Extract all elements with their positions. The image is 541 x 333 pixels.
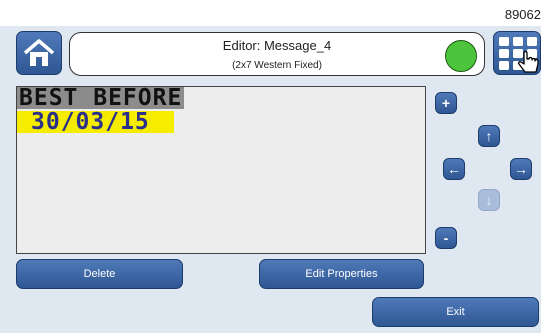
arrow-left-icon: ← <box>447 161 461 177</box>
serial-number: 89062 <box>504 7 541 22</box>
top-strip: 89062 <box>0 0 541 26</box>
editor-title-box: Editor: Message_4 (2x7 Western Fixed) <box>69 32 485 76</box>
editor-subtitle: (2x7 Western Fixed) <box>232 60 322 71</box>
arrow-down-icon: ↓ <box>485 192 493 208</box>
status-indicator <box>445 40 477 72</box>
hand-pointer-icon <box>517 50 539 73</box>
message-canvas[interactable]: BEST BEFORE 30/03/15 <box>16 86 426 254</box>
message-line-2[interactable]: 30/03/15 <box>17 111 174 134</box>
plus-icon: + <box>441 95 451 111</box>
minus-icon: - <box>443 230 449 246</box>
editor-title: Editor: Message_4 <box>222 38 332 53</box>
arrow-right-icon: → <box>514 161 528 177</box>
menu-button[interactable] <box>493 31 541 75</box>
edit-properties-button[interactable]: Edit Properties <box>259 259 424 289</box>
exit-button[interactable]: Exit <box>372 297 539 327</box>
home-icon <box>23 39 55 66</box>
message-line-1[interactable]: BEST BEFORE <box>17 87 185 110</box>
move-left-button[interactable]: ← <box>443 158 465 180</box>
home-button[interactable] <box>16 31 62 75</box>
move-up-button[interactable]: ↑ <box>478 125 500 147</box>
delete-button[interactable]: Delete <box>16 259 183 289</box>
arrow-up-icon: ↑ <box>485 128 493 144</box>
move-right-button[interactable]: → <box>510 158 532 180</box>
increase-size-button[interactable]: + <box>435 92 457 114</box>
move-down-button[interactable]: ↓ <box>478 189 500 211</box>
decrease-size-button[interactable]: - <box>435 227 457 249</box>
